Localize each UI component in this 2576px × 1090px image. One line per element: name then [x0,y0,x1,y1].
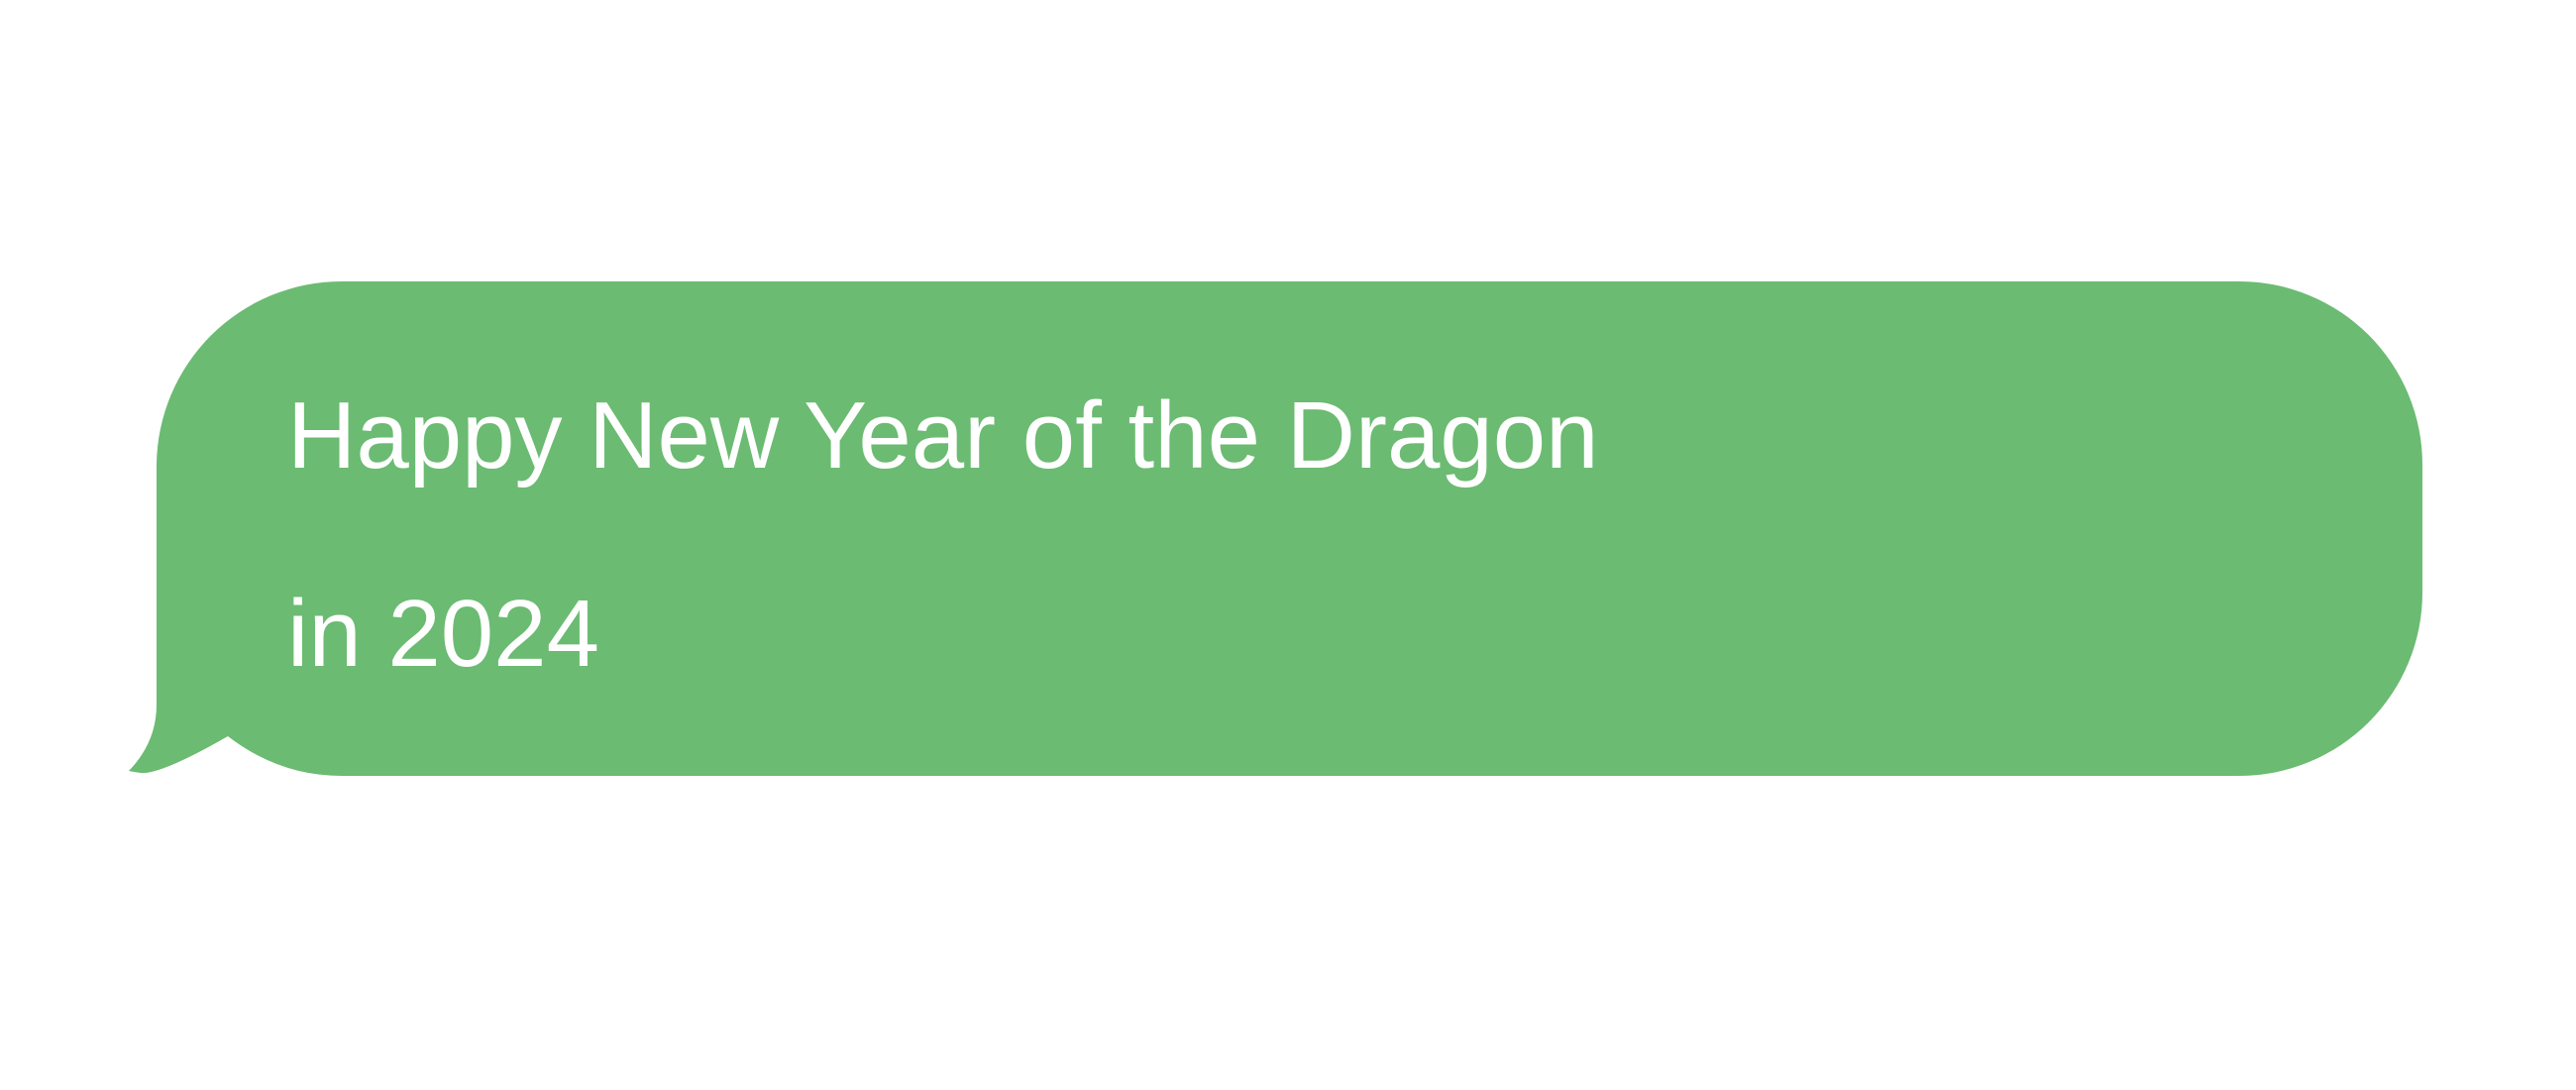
canvas: Happy New Year of the Dragon in 2024 [0,0,2576,1090]
message-line-2: in 2024 [287,581,599,687]
message-line-1: Happy New Year of the Dragon [287,382,1599,489]
message-text: Happy New Year of the Dragon in 2024 [287,357,2417,753]
